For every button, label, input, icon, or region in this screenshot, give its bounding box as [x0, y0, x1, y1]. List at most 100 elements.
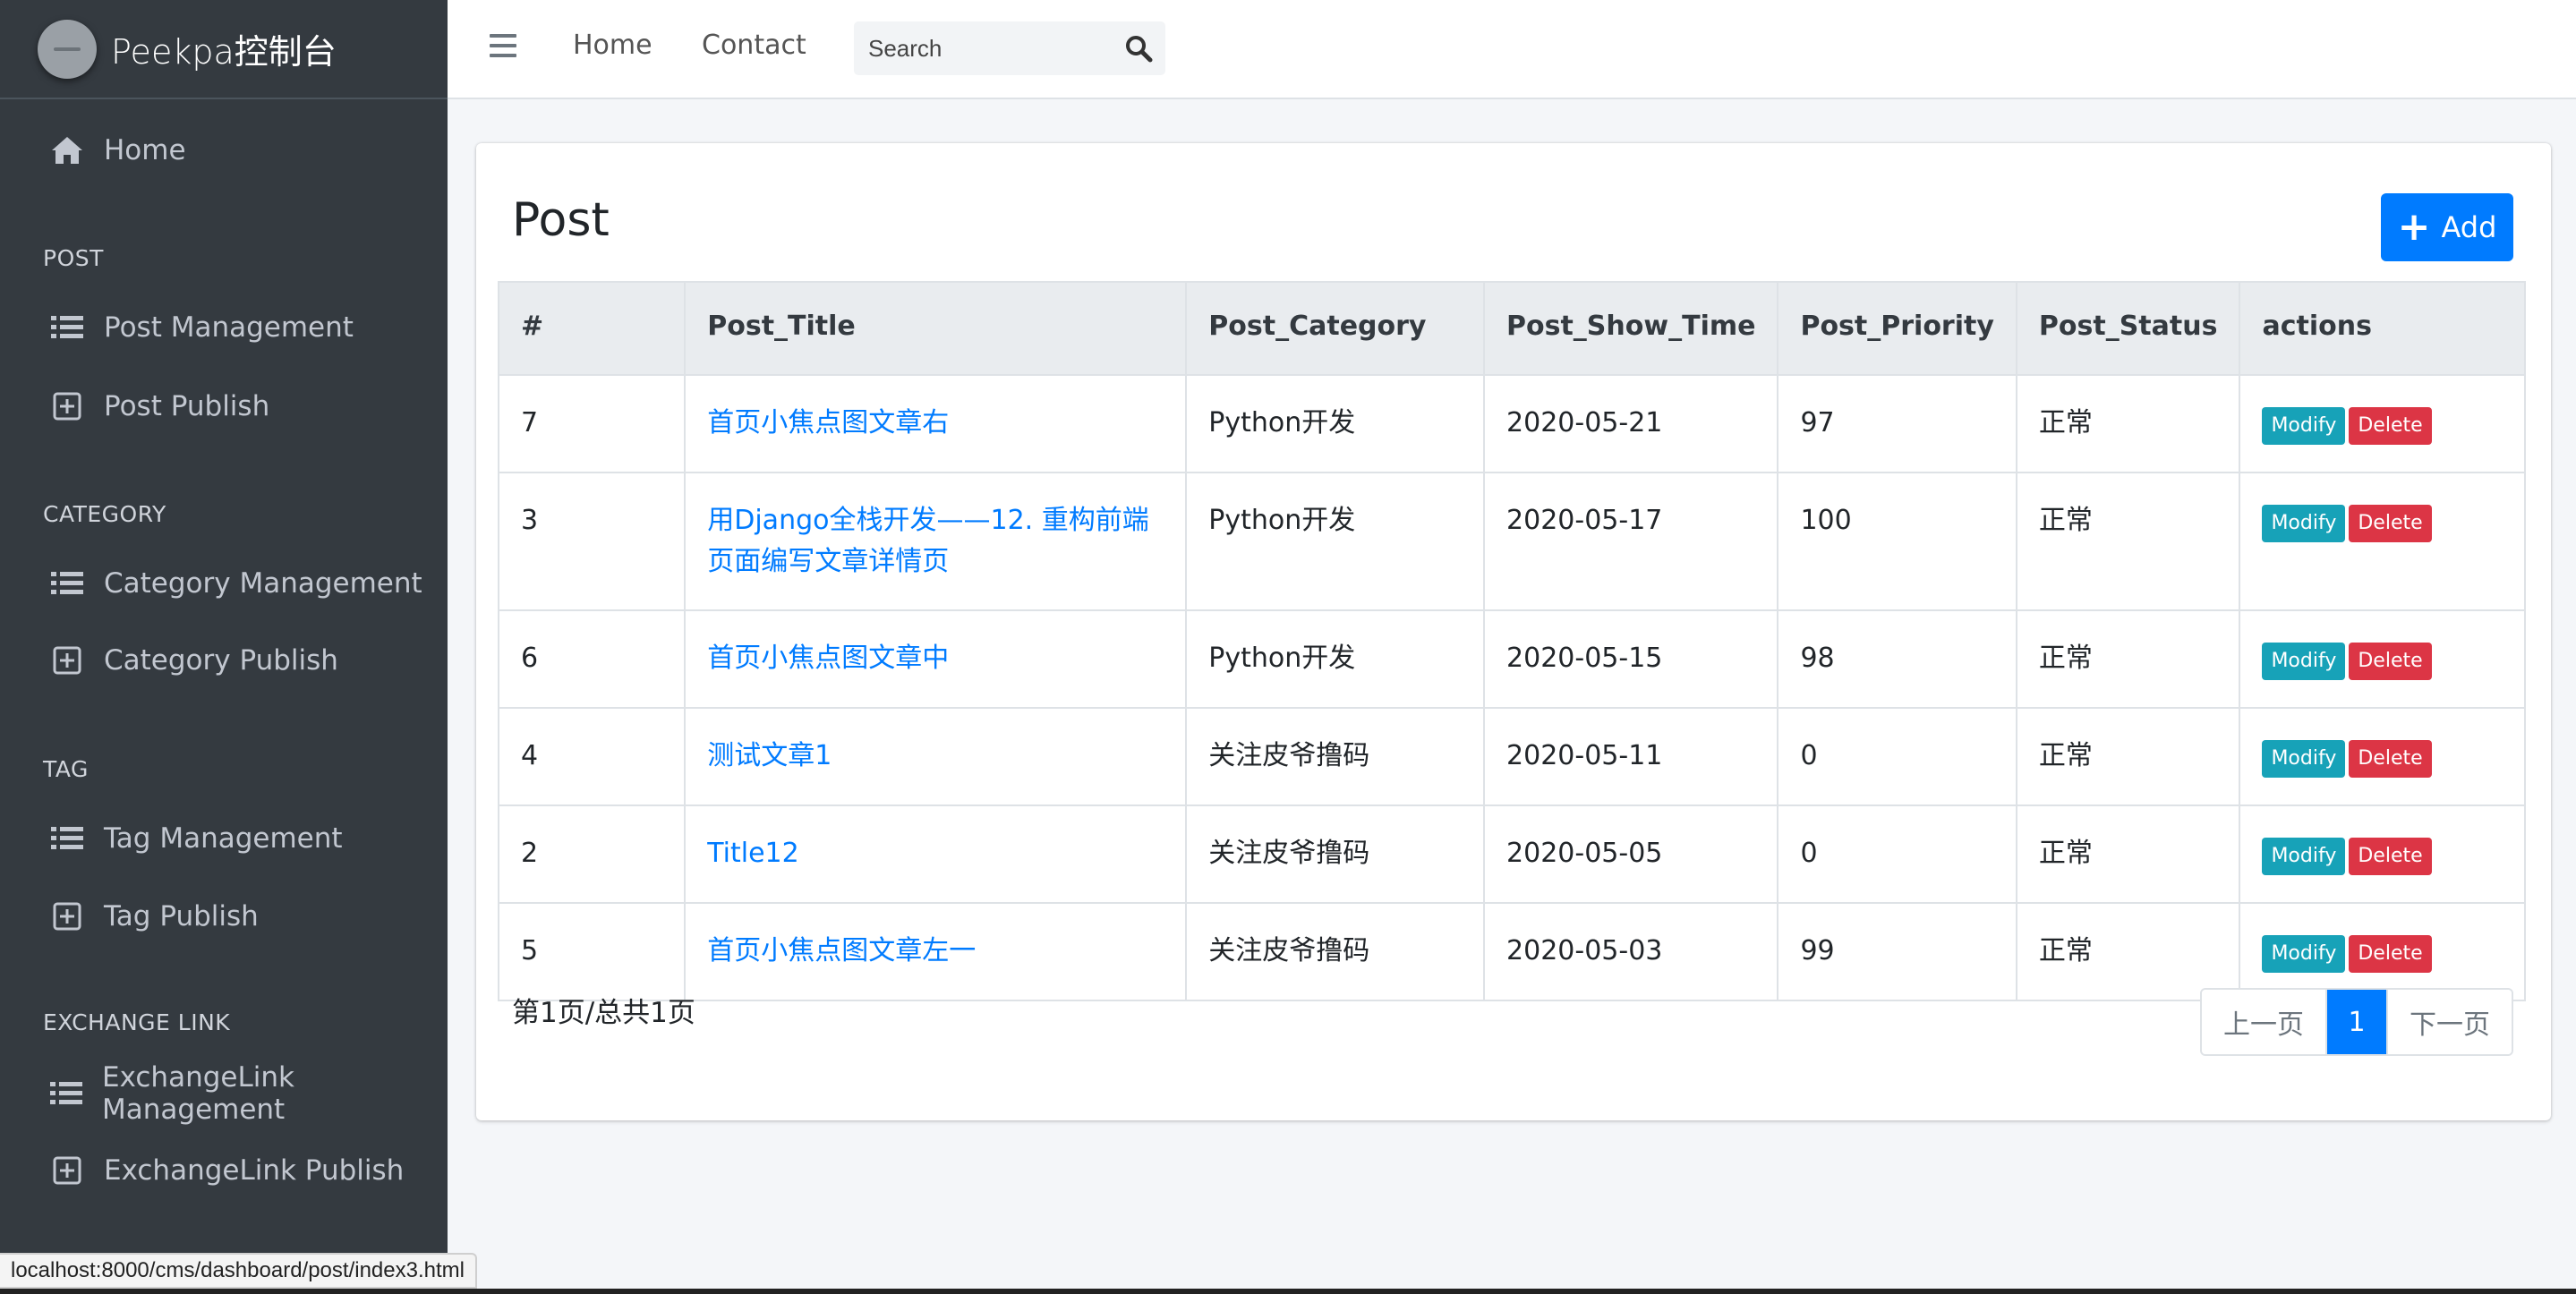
delete-button[interactable]: Delete — [2349, 505, 2432, 542]
column-header-title: Post_Title — [684, 281, 1188, 376]
cell-id: 2 — [497, 804, 687, 904]
cell-actions: Modify Delete — [2239, 902, 2526, 1001]
cell-actions: Modify Delete — [2239, 609, 2526, 709]
plus-square-icon — [50, 391, 84, 421]
menu-toggle-icon[interactable] — [490, 34, 516, 61]
add-post-button[interactable]: + Add — [2381, 193, 2513, 261]
cell-category: Python开发 — [1185, 472, 1486, 611]
sidebar-header-post: POST — [43, 245, 104, 271]
post-title-link[interactable]: 测试文章1 — [707, 740, 832, 771]
next-page-button[interactable]: 下一页 — [2388, 990, 2512, 1054]
cell-show-time: 2020-05-17 — [1483, 472, 1779, 611]
sidebar-item-label: Home — [104, 134, 186, 166]
home-icon — [50, 135, 84, 166]
table-header-row: # Post_Title Post_Category Post_Show_Tim… — [497, 281, 2526, 376]
post-card: Post + Add # Post_Title Post_Category Po… — [476, 143, 2551, 1120]
sidebar-header-tag: TAG — [43, 756, 89, 782]
search-icon[interactable] — [1124, 34, 1153, 63]
cell-actions: Modify Delete — [2239, 804, 2526, 904]
cell-priority: 98 — [1777, 609, 2017, 709]
list-icon — [50, 312, 84, 343]
table-row: 6 首页小焦点图文章中 Python开发 2020-05-15 98 正常 Mo… — [497, 609, 2526, 709]
modify-button[interactable]: Modify — [2262, 643, 2346, 680]
sidebar-item-tag-publish[interactable]: Tag Publish — [0, 881, 448, 952]
post-title-link[interactable]: 用Django全栈开发——12. 重构前端页面编写文章详情页 — [707, 505, 1148, 577]
brand-logo-icon — [38, 19, 97, 79]
cell-priority: 0 — [1777, 804, 2017, 904]
add-button-label: Add — [2441, 210, 2497, 244]
delete-button[interactable]: Delete — [2349, 838, 2432, 875]
cell-actions: Modify Delete — [2239, 374, 2526, 473]
page-1-button[interactable]: 1 — [2327, 990, 2388, 1054]
posts-table: # Post_Title Post_Category Post_Show_Tim… — [497, 281, 2526, 1001]
modify-button[interactable]: Modify — [2262, 505, 2346, 542]
sidebar-item-category-management[interactable]: Category Management — [0, 548, 448, 619]
column-header-category: Post_Category — [1185, 281, 1486, 376]
delete-button[interactable]: Delete — [2349, 643, 2432, 680]
modify-button[interactable]: Modify — [2262, 935, 2346, 973]
plus-square-icon — [50, 1155, 84, 1186]
table-row: 7 首页小焦点图文章右 Python开发 2020-05-21 97 正常 Mo… — [497, 374, 2526, 473]
modify-button[interactable]: Modify — [2262, 740, 2346, 778]
cell-id: 7 — [497, 374, 687, 473]
delete-button[interactable]: Delete — [2349, 407, 2432, 445]
sidebar-item-tag-management[interactable]: Tag Management — [0, 803, 448, 874]
modify-button[interactable]: Modify — [2262, 407, 2346, 445]
column-header-show-time: Post_Show_Time — [1483, 281, 1779, 376]
cell-category: 关注皮爷撸码 — [1185, 804, 1486, 904]
sidebar-item-category-publish[interactable]: Category Publish — [0, 625, 448, 696]
table-row: 3 用Django全栈开发——12. 重构前端页面编写文章详情页 Python开… — [497, 472, 2526, 611]
top-navbar: Home Contact — [448, 0, 2576, 99]
cell-id: 3 — [497, 472, 687, 611]
sidebar-header-category: CATEGORY — [43, 501, 166, 527]
table-row: 4 测试文章1 关注皮爷撸码 2020-05-11 0 正常 Modify Del… — [497, 707, 2526, 806]
nav-link-contact[interactable]: Contact — [702, 30, 806, 61]
brand-link[interactable]: Peekpa控制台 — [0, 0, 448, 99]
cell-category: 关注皮爷撸码 — [1185, 707, 1486, 806]
cell-category: 关注皮爷撸码 — [1185, 902, 1486, 1001]
post-title-link[interactable]: 首页小焦点图文章右 — [707, 407, 949, 438]
column-header-status: Post_Status — [2015, 281, 2241, 376]
search-input[interactable] — [854, 21, 1113, 75]
cell-show-time: 2020-05-03 — [1483, 902, 1779, 1001]
cell-status: 正常 — [2015, 707, 2241, 806]
post-title-link[interactable]: Title12 — [707, 838, 798, 869]
column-header-id: # — [497, 281, 687, 376]
column-header-priority: Post_Priority — [1777, 281, 2017, 376]
sidebar-item-post-management[interactable]: Post Management — [0, 292, 448, 363]
delete-button[interactable]: Delete — [2349, 740, 2432, 778]
table-row: 5 首页小焦点图文章左一 关注皮爷撸码 2020-05-03 99 正常 Mod… — [497, 902, 2526, 1001]
sidebar-item-label: ExchangeLink Management — [102, 1061, 294, 1126]
sidebar: Peekpa控制台 Home POST Post Management Post… — [0, 0, 448, 1294]
sidebar-item-label: Post Management — [104, 311, 354, 344]
sidebar-item-label: Post Publish — [104, 390, 270, 422]
cell-id: 5 — [497, 902, 687, 1001]
sidebar-item-post-publish[interactable]: Post Publish — [0, 370, 448, 442]
cell-priority: 99 — [1777, 902, 2017, 1001]
sidebar-item-label: Category Management — [104, 567, 422, 600]
nav-link-home[interactable]: Home — [573, 30, 653, 61]
sidebar-item-exchangelink-management[interactable]: ExchangeLink Management — [0, 1058, 448, 1129]
post-title-link[interactable]: 首页小焦点图文章中 — [707, 643, 949, 674]
search-form — [854, 21, 1165, 75]
cell-status: 正常 — [2015, 374, 2241, 473]
brand-title: Peekpa控制台 — [111, 32, 337, 72]
delete-button[interactable]: Delete — [2349, 935, 2432, 973]
sidebar-item-home[interactable]: Home — [0, 115, 448, 186]
cell-show-time: 2020-05-11 — [1483, 707, 1779, 806]
modify-button[interactable]: Modify — [2262, 838, 2346, 875]
pagination: 上一页 1 下一页 — [2200, 988, 2513, 1056]
sidebar-item-label: Tag Management — [104, 822, 343, 855]
cell-id: 4 — [497, 707, 687, 806]
list-icon — [50, 823, 84, 854]
prev-page-button[interactable]: 上一页 — [2202, 990, 2327, 1054]
list-icon — [50, 1078, 82, 1109]
cell-show-time: 2020-05-05 — [1483, 804, 1779, 904]
cell-status: 正常 — [2015, 902, 2241, 1001]
cell-priority: 100 — [1777, 472, 2017, 611]
sidebar-item-exchangelink-publish[interactable]: ExchangeLink Publish — [0, 1135, 448, 1206]
cell-priority: 0 — [1777, 707, 2017, 806]
table-row: 2 Title12 关注皮爷撸码 2020-05-05 0 正常 Modify D… — [497, 804, 2526, 904]
post-title-link[interactable]: 首页小焦点图文章左一 — [707, 935, 976, 966]
plus-square-icon — [50, 645, 84, 676]
